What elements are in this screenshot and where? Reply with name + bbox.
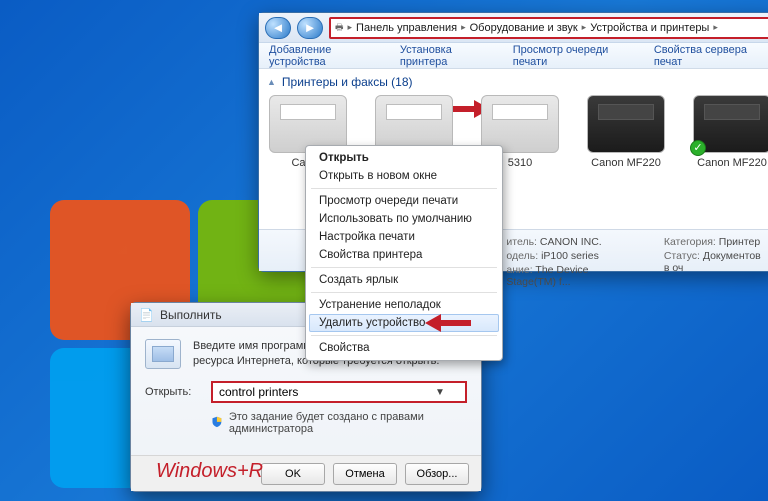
shield-icon — [211, 416, 223, 430]
collapse-icon[interactable]: ▲ — [267, 77, 276, 87]
detail-label: итель: — [506, 236, 537, 248]
annotation-arrow-icon — [425, 312, 471, 334]
run-title-text: Выполнить — [160, 308, 222, 322]
browse-button[interactable]: Обзор... — [405, 463, 469, 485]
explorer-titlebar: ◄ ► 🖶 ▸ Панель управления ▸ Оборудование… — [259, 13, 768, 43]
printer-icon — [587, 95, 665, 153]
printer-label: Canon MF220 — [587, 157, 665, 169]
chevron-right-icon: ▸ — [461, 22, 466, 33]
menu-separator — [311, 292, 497, 293]
detail-label: ание: — [506, 264, 532, 276]
dropdown-icon[interactable]: ▼ — [435, 387, 445, 398]
run-input-box[interactable]: ▼ — [211, 381, 467, 403]
run-title-icon: 📄 — [139, 308, 154, 322]
chevron-right-icon: ▸ — [582, 22, 587, 33]
default-check-icon: ✓ — [690, 140, 706, 156]
detail-value: CANON INC. — [540, 236, 602, 248]
context-menu: Открыть Открыть в новом окне Просмотр оч… — [305, 145, 503, 361]
breadcrumb-seg[interactable]: Панель управления — [356, 22, 457, 34]
ok-button[interactable]: OK — [261, 463, 325, 485]
printer-item[interactable]: Canon MF220 — [587, 95, 665, 169]
detail-value: iP100 series — [541, 250, 599, 262]
run-open-label: Открыть: — [145, 386, 203, 398]
menu-separator — [311, 267, 497, 268]
ctx-set-default[interactable]: Использовать по умолчанию — [309, 210, 499, 228]
chevron-right-icon: ▸ — [713, 22, 718, 33]
toolbar-add-device[interactable]: Добавление устройства — [269, 44, 382, 68]
menu-separator — [311, 188, 497, 189]
detail-label: Статус: — [664, 250, 700, 262]
chevron-right-icon: ▸ — [348, 22, 353, 33]
menu-separator — [311, 335, 497, 336]
toolbar-server-props[interactable]: Свойства сервера печат — [654, 44, 768, 68]
ctx-properties[interactable]: Свойства — [309, 339, 499, 357]
section-title: Принтеры и факсы (18) — [282, 75, 413, 89]
nav-forward-button[interactable]: ► — [297, 17, 323, 39]
breadcrumb-seg[interactable]: Устройства и принтеры — [590, 22, 709, 34]
toolbar-add-printer[interactable]: Установка принтера — [400, 44, 495, 68]
run-command-input[interactable] — [219, 385, 435, 399]
ctx-open-new-window[interactable]: Открыть в новом окне — [309, 167, 499, 185]
address-bar[interactable]: 🖶 ▸ Панель управления ▸ Оборудование и з… — [329, 17, 768, 39]
explorer-toolbar: Добавление устройства Установка принтера… — [259, 43, 768, 69]
ctx-view-queue[interactable]: Просмотр очереди печати — [309, 192, 499, 210]
printer-icon: ✓ — [693, 95, 768, 153]
nav-back-button[interactable]: ◄ — [265, 17, 291, 39]
ctx-print-prefs[interactable]: Настройка печати — [309, 228, 499, 246]
hotkey-annotation: Windows+R — [156, 460, 263, 483]
ctx-open[interactable]: Открыть — [309, 149, 499, 167]
printer-label: Canon MF220 — [693, 157, 768, 169]
ctx-printer-props[interactable]: Свойства принтера — [309, 246, 499, 264]
cancel-button[interactable]: Отмена — [333, 463, 397, 485]
detail-value: Принтер — [719, 236, 760, 248]
section-header: ▲ Принтеры и факсы (18) — [259, 69, 768, 91]
printer-item[interactable]: ✓ Canon MF220 — [693, 95, 768, 169]
folder-icon: 🖶 — [335, 20, 344, 36]
detail-label: Категория: — [664, 236, 716, 248]
toolbar-view-queue[interactable]: Просмотр очереди печати — [513, 44, 636, 68]
run-dialog-icon — [145, 339, 181, 369]
breadcrumb-seg[interactable]: Оборудование и звук — [470, 22, 578, 34]
run-admin-note: Это задание будет создано с правами адми… — [229, 411, 467, 435]
ctx-create-shortcut[interactable]: Создать ярлык — [309, 271, 499, 289]
detail-label: одель: — [506, 250, 538, 262]
